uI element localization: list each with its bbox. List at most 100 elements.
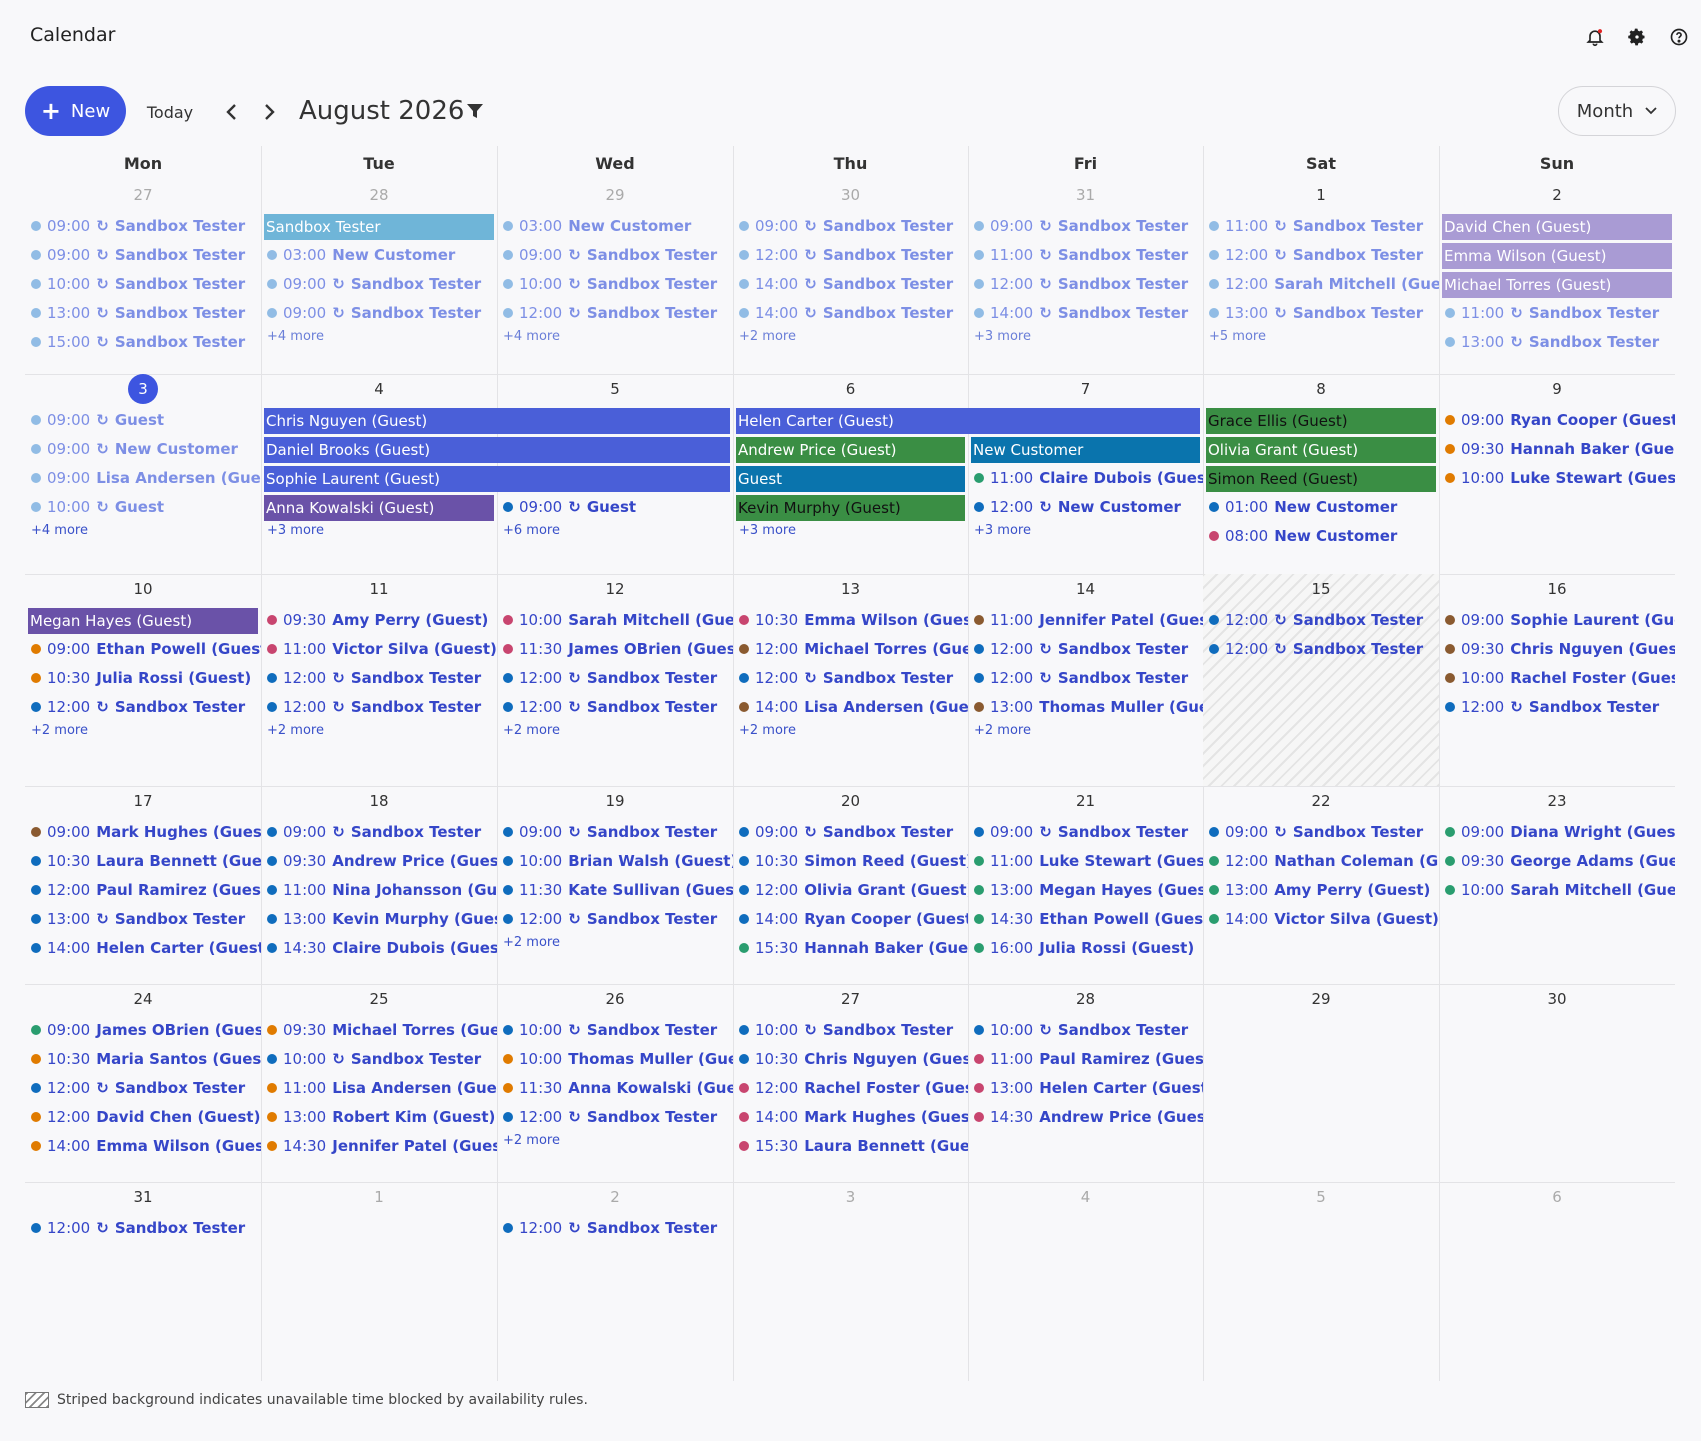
event-item[interactable]: 09:00 ↻ Sandbox Tester (31, 214, 261, 238)
day-cell[interactable]: 15 12:00 ↻ Sandbox Tester 12:00 ↻ Sandbox Test… (1203, 574, 1439, 786)
event-item[interactable]: 12:00 ↻ Sandbox Tester (503, 907, 733, 931)
day-cell[interactable]: 27 10:00 ↻ Sandbox Tester 10:30 Chris Nguyen … (733, 984, 968, 1182)
event-item[interactable]: 10:00 ↻ Guest (31, 495, 261, 519)
all-day-event-bar[interactable]: Andrew Price (Guest) (736, 437, 965, 463)
all-day-event-bar[interactable]: New Customer (971, 437, 1200, 463)
event-item[interactable]: 12:00 ↻ Sandbox Tester (974, 637, 1203, 661)
event-item[interactable]: 12:00 ↻ Sandbox Tester (503, 666, 733, 690)
day-cell[interactable]: 7 11:00 Claire Dubois (Guest) 12:00 ↻ New Cus… (968, 374, 1203, 574)
event-item[interactable]: 09:00 Diana Wright (Guest) (1445, 820, 1675, 844)
day-number[interactable]: 21 (1076, 792, 1095, 810)
day-cell[interactable]: 2 12:00 ↻ Sandbox Tester (497, 1182, 733, 1381)
day-cell[interactable]: 10 09:00 Ethan Powell (Guest) 10:30 Julia Ro… (25, 574, 261, 786)
event-item[interactable]: 14:30 Jennifer Patel (Guest) (267, 1134, 497, 1158)
event-item[interactable]: 10:00 ↻ Sandbox Tester (503, 1018, 733, 1042)
day-number[interactable]: 25 (369, 990, 388, 1008)
event-item[interactable]: 12:00 Paul Ramirez (Guest) (31, 878, 261, 902)
day-number[interactable]: 15 (1311, 580, 1330, 598)
event-item[interactable]: 10:00 Brian Walsh (Guest) (503, 849, 733, 873)
event-item[interactable]: 09:00 ↻ Sandbox Tester (1209, 820, 1439, 844)
event-item[interactable]: 13:00 ↻ Sandbox Tester (31, 301, 261, 325)
day-cell[interactable]: 29 03:00 New Customer 09:00 ↻ Sandbox Tester 1… (497, 180, 733, 374)
all-day-event-bar[interactable]: Kevin Murphy (Guest) (736, 495, 965, 521)
event-item[interactable]: 09:00 ↻ Sandbox Tester (739, 820, 968, 844)
day-number[interactable]: 30 (1547, 990, 1566, 1008)
next-month-button[interactable] (256, 98, 282, 126)
event-item[interactable]: 15:30 Hannah Baker (Guest) (739, 936, 968, 960)
event-item[interactable]: 09:00 James OBrien (Guest) (31, 1018, 261, 1042)
day-number[interactable]: 4 (374, 380, 384, 398)
day-number[interactable]: 24 (133, 990, 152, 1008)
day-cell[interactable]: 25 09:30 Michael Torres (Guest) 10:00 ↻ Sandb… (261, 984, 497, 1182)
event-item[interactable]: 09:30 Michael Torres (Guest) (267, 1018, 497, 1042)
event-item[interactable]: 11:00 Victor Silva (Guest) (267, 637, 497, 661)
event-item[interactable]: 11:00 ↻ Sandbox Tester (1209, 214, 1439, 238)
show-more-link[interactable]: +2 more (503, 1133, 560, 1148)
all-day-event-bar[interactable]: Sandbox Tester (264, 214, 494, 240)
day-cell[interactable]: 3 09:00 ↻ Guest 09:00 ↻ New Customer 09:00 Lisa … (25, 374, 261, 574)
day-cell[interactable]: 30 09:00 ↻ Sandbox Tester 12:00 ↻ Sandbox Test… (733, 180, 968, 374)
day-cell[interactable]: 6 (1439, 1182, 1675, 1381)
day-number[interactable]: 26 (605, 990, 624, 1008)
event-item[interactable]: 10:00 Luke Stewart (Guest) (1445, 466, 1675, 490)
show-more-link[interactable]: +6 more (503, 523, 560, 538)
day-cell[interactable]: 18 09:00 ↻ Sandbox Tester 09:30 Andrew Price … (261, 786, 497, 984)
event-item[interactable]: 10:30 Emma Wilson (Guest) (739, 608, 968, 632)
day-cell[interactable]: 19 09:00 ↻ Sandbox Tester 10:00 Brian Walsh (… (497, 786, 733, 984)
event-item[interactable]: 12:00 ↻ Sandbox Tester (1209, 243, 1439, 267)
event-item[interactable]: 13:00 ↻ Sandbox Tester (1209, 301, 1439, 325)
day-number[interactable]: 1 (374, 1188, 384, 1206)
event-item[interactable]: 12:00 ↻ Sandbox Tester (974, 666, 1203, 690)
event-item[interactable]: 14:00 Victor Silva (Guest) (1209, 907, 1439, 931)
all-day-event-bar[interactable]: Grace Ellis (Guest) (1206, 408, 1436, 434)
event-item[interactable]: 09:00 ↻ Sandbox Tester (267, 301, 497, 325)
event-item[interactable]: 14:30 Ethan Powell (Guest) (974, 907, 1203, 931)
event-item[interactable]: 11:00 Claire Dubois (Guest) (974, 466, 1203, 490)
event-item[interactable]: 12:00 ↻ Sandbox Tester (31, 1216, 261, 1240)
event-item[interactable]: 09:00 ↻ Guest (503, 495, 733, 519)
day-cell[interactable]: 31 09:00 ↻ Sandbox Tester 11:00 ↻ Sandbox Test… (968, 180, 1203, 374)
event-item[interactable]: 11:00 ↻ Sandbox Tester (974, 243, 1203, 267)
day-number[interactable]: 12 (605, 580, 624, 598)
all-day-event-bar[interactable]: David Chen (Guest) (1442, 214, 1672, 240)
event-item[interactable]: 11:00 Jennifer Patel (Guest) (974, 608, 1203, 632)
event-item[interactable]: 10:00 ↻ Sandbox Tester (974, 1018, 1203, 1042)
event-item[interactable]: 12:00 ↻ Sandbox Tester (503, 301, 733, 325)
show-more-link[interactable]: +2 more (974, 723, 1031, 738)
filter-icon[interactable] (465, 101, 487, 123)
event-item[interactable]: 12:00 Sarah Mitchell (Guest) (1209, 272, 1439, 296)
event-item[interactable]: 10:30 Chris Nguyen (Guest) (739, 1047, 968, 1071)
day-number[interactable]: 4 (1081, 1188, 1091, 1206)
day-number[interactable]: 2 (610, 1188, 620, 1206)
day-number[interactable]: 11 (369, 580, 388, 598)
day-number[interactable]: 30 (841, 186, 860, 204)
event-item[interactable]: 12:00 ↻ New Customer (974, 495, 1203, 519)
event-item[interactable]: 14:30 Claire Dubois (Guest) (267, 936, 497, 960)
day-number[interactable]: 7 (1081, 380, 1091, 398)
day-number[interactable]: 3 (846, 1188, 856, 1206)
day-number[interactable]: 31 (1076, 186, 1095, 204)
day-number[interactable]: 6 (1552, 1188, 1562, 1206)
event-item[interactable]: 09:30 Chris Nguyen (Guest) (1445, 637, 1675, 661)
event-item[interactable]: 14:30 Andrew Price (Guest) (974, 1105, 1203, 1129)
event-item[interactable]: 14:00 Mark Hughes (Guest) (739, 1105, 968, 1129)
event-item[interactable]: 12:00 Rachel Foster (Guest) (739, 1076, 968, 1100)
show-more-link[interactable]: +2 more (503, 723, 560, 738)
event-item[interactable]: 09:00 Lisa Andersen (Guest) (31, 466, 261, 490)
day-number[interactable]: 10 (133, 580, 152, 598)
event-item[interactable]: 14:00 Helen Carter (Guest) (31, 936, 261, 960)
all-day-event-bar[interactable]: Guest (736, 466, 965, 492)
event-item[interactable]: 12:00 ↻ Sandbox Tester (503, 695, 733, 719)
event-item[interactable]: 11:30 Anna Kowalski (Guest) (503, 1076, 733, 1100)
day-cell[interactable]: 27 09:00 ↻ Sandbox Tester 09:00 ↻ Sandbox Test… (25, 180, 261, 374)
event-item[interactable]: 13:00 ↻ Sandbox Tester (31, 907, 261, 931)
day-number[interactable]: 31 (133, 1188, 152, 1206)
day-cell[interactable]: 11 09:30 Amy Perry (Guest) 11:00 Victor Silv… (261, 574, 497, 786)
event-item[interactable]: 09:00 ↻ Sandbox Tester (503, 243, 733, 267)
day-cell[interactable]: 5 (1203, 1182, 1439, 1381)
event-item[interactable]: 09:00 Mark Hughes (Guest) (31, 820, 261, 844)
day-cell[interactable]: 22 09:00 ↻ Sandbox Tester 12:00 Nathan Colema… (1203, 786, 1439, 984)
all-day-event-bar[interactable]: Daniel Brooks (Guest) (264, 437, 730, 463)
day-cell[interactable]: 24 09:00 James OBrien (Guest) 10:30 Maria Sa… (25, 984, 261, 1182)
show-more-link[interactable]: +3 more (739, 523, 796, 538)
